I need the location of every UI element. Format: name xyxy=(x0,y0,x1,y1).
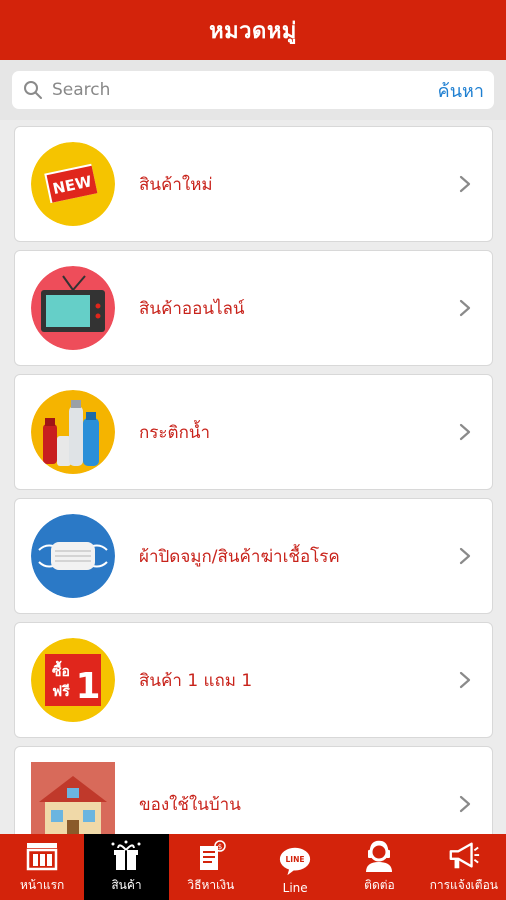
nav-label: วิธีหาเงิน xyxy=(187,878,235,892)
category-item-household[interactable]: ของใช้ในบ้าน xyxy=(14,746,493,834)
nav-products[interactable]: สินค้า xyxy=(84,834,169,900)
line-icon: LINE xyxy=(278,844,312,878)
new-badge-icon: NEW xyxy=(31,142,115,226)
chevron-right-icon xyxy=(459,175,471,193)
house-icon xyxy=(31,762,115,834)
chevron-right-icon xyxy=(459,671,471,689)
buy-one-get-one-icon: ซื้อ ฟรี 1 xyxy=(31,638,115,722)
chevron-right-icon xyxy=(459,547,471,565)
face-mask-icon xyxy=(31,514,115,598)
category-list: NEW สินค้าใหม่ สินค้าออนไลน์ กระติกน้ำ ผ… xyxy=(0,120,506,834)
contact-icon xyxy=(362,839,396,873)
line-logo-text: LINE xyxy=(286,855,305,864)
category-item-new-products[interactable]: NEW สินค้าใหม่ xyxy=(14,126,493,242)
nav-label: Line xyxy=(282,881,308,895)
category-label: ของใช้ในบ้าน xyxy=(139,794,241,815)
nav-notifications[interactable]: การแจ้งเตือน xyxy=(422,834,506,900)
category-item-masks[interactable]: ผ้าปิดจมูก/สินค้าฆ่าเชื้อโรค xyxy=(14,498,493,614)
search-button[interactable]: ค้นหา xyxy=(430,76,484,105)
page-title: หมวดหมู่ xyxy=(209,18,297,44)
category-label: ผ้าปิดจมูก/สินค้าฆ่าเชื้อโรค xyxy=(139,546,340,567)
category-item-online-products[interactable]: สินค้าออนไลน์ xyxy=(14,250,493,366)
svg-text:$: $ xyxy=(218,843,222,851)
promo-badge-number: 1 xyxy=(75,666,100,707)
nav-label: สินค้า xyxy=(111,878,142,892)
category-item-buy-one-get-one[interactable]: ซื้อ ฟรี 1 สินค้า 1 แถม 1 xyxy=(14,622,493,738)
nav-contact[interactable]: ติดต่อ xyxy=(337,834,421,900)
megaphone-icon xyxy=(447,839,481,873)
category-label: กระติกน้ำ xyxy=(139,422,211,443)
app-header: หมวดหมู่ xyxy=(0,0,506,60)
search-bar: ค้นหา xyxy=(0,60,506,120)
category-label: สินค้า 1 แถม 1 xyxy=(139,670,253,691)
promo-badge-bottom: ฟรี xyxy=(52,684,70,700)
nav-label: ติดต่อ xyxy=(364,878,395,892)
category-label: สินค้าใหม่ xyxy=(139,174,213,195)
chevron-right-icon xyxy=(459,795,471,813)
search-box: ค้นหา xyxy=(12,71,494,109)
water-bottle-icon xyxy=(31,390,115,474)
nav-label: หน้าแรก xyxy=(20,878,65,892)
storefront-icon xyxy=(25,839,59,873)
nav-label: การแจ้งเตือน xyxy=(429,878,498,892)
search-icon xyxy=(22,79,44,101)
nav-line[interactable]: LINE Line xyxy=(253,834,337,900)
chevron-right-icon xyxy=(459,299,471,317)
bottom-navigation: หน้าแรก สินค้า $ วิธีหาเงิน LINE Line ติ… xyxy=(0,834,506,900)
products-icon xyxy=(109,839,143,873)
chevron-right-icon xyxy=(459,423,471,441)
tv-icon xyxy=(31,266,115,350)
nav-money-guide[interactable]: $ วิธีหาเงิน xyxy=(169,834,253,900)
search-input[interactable] xyxy=(52,80,430,100)
category-label: สินค้าออนไลน์ xyxy=(139,298,245,319)
money-guide-icon: $ xyxy=(194,839,228,873)
category-item-water-bottles[interactable]: กระติกน้ำ xyxy=(14,374,493,490)
nav-home[interactable]: หน้าแรก xyxy=(0,834,84,900)
